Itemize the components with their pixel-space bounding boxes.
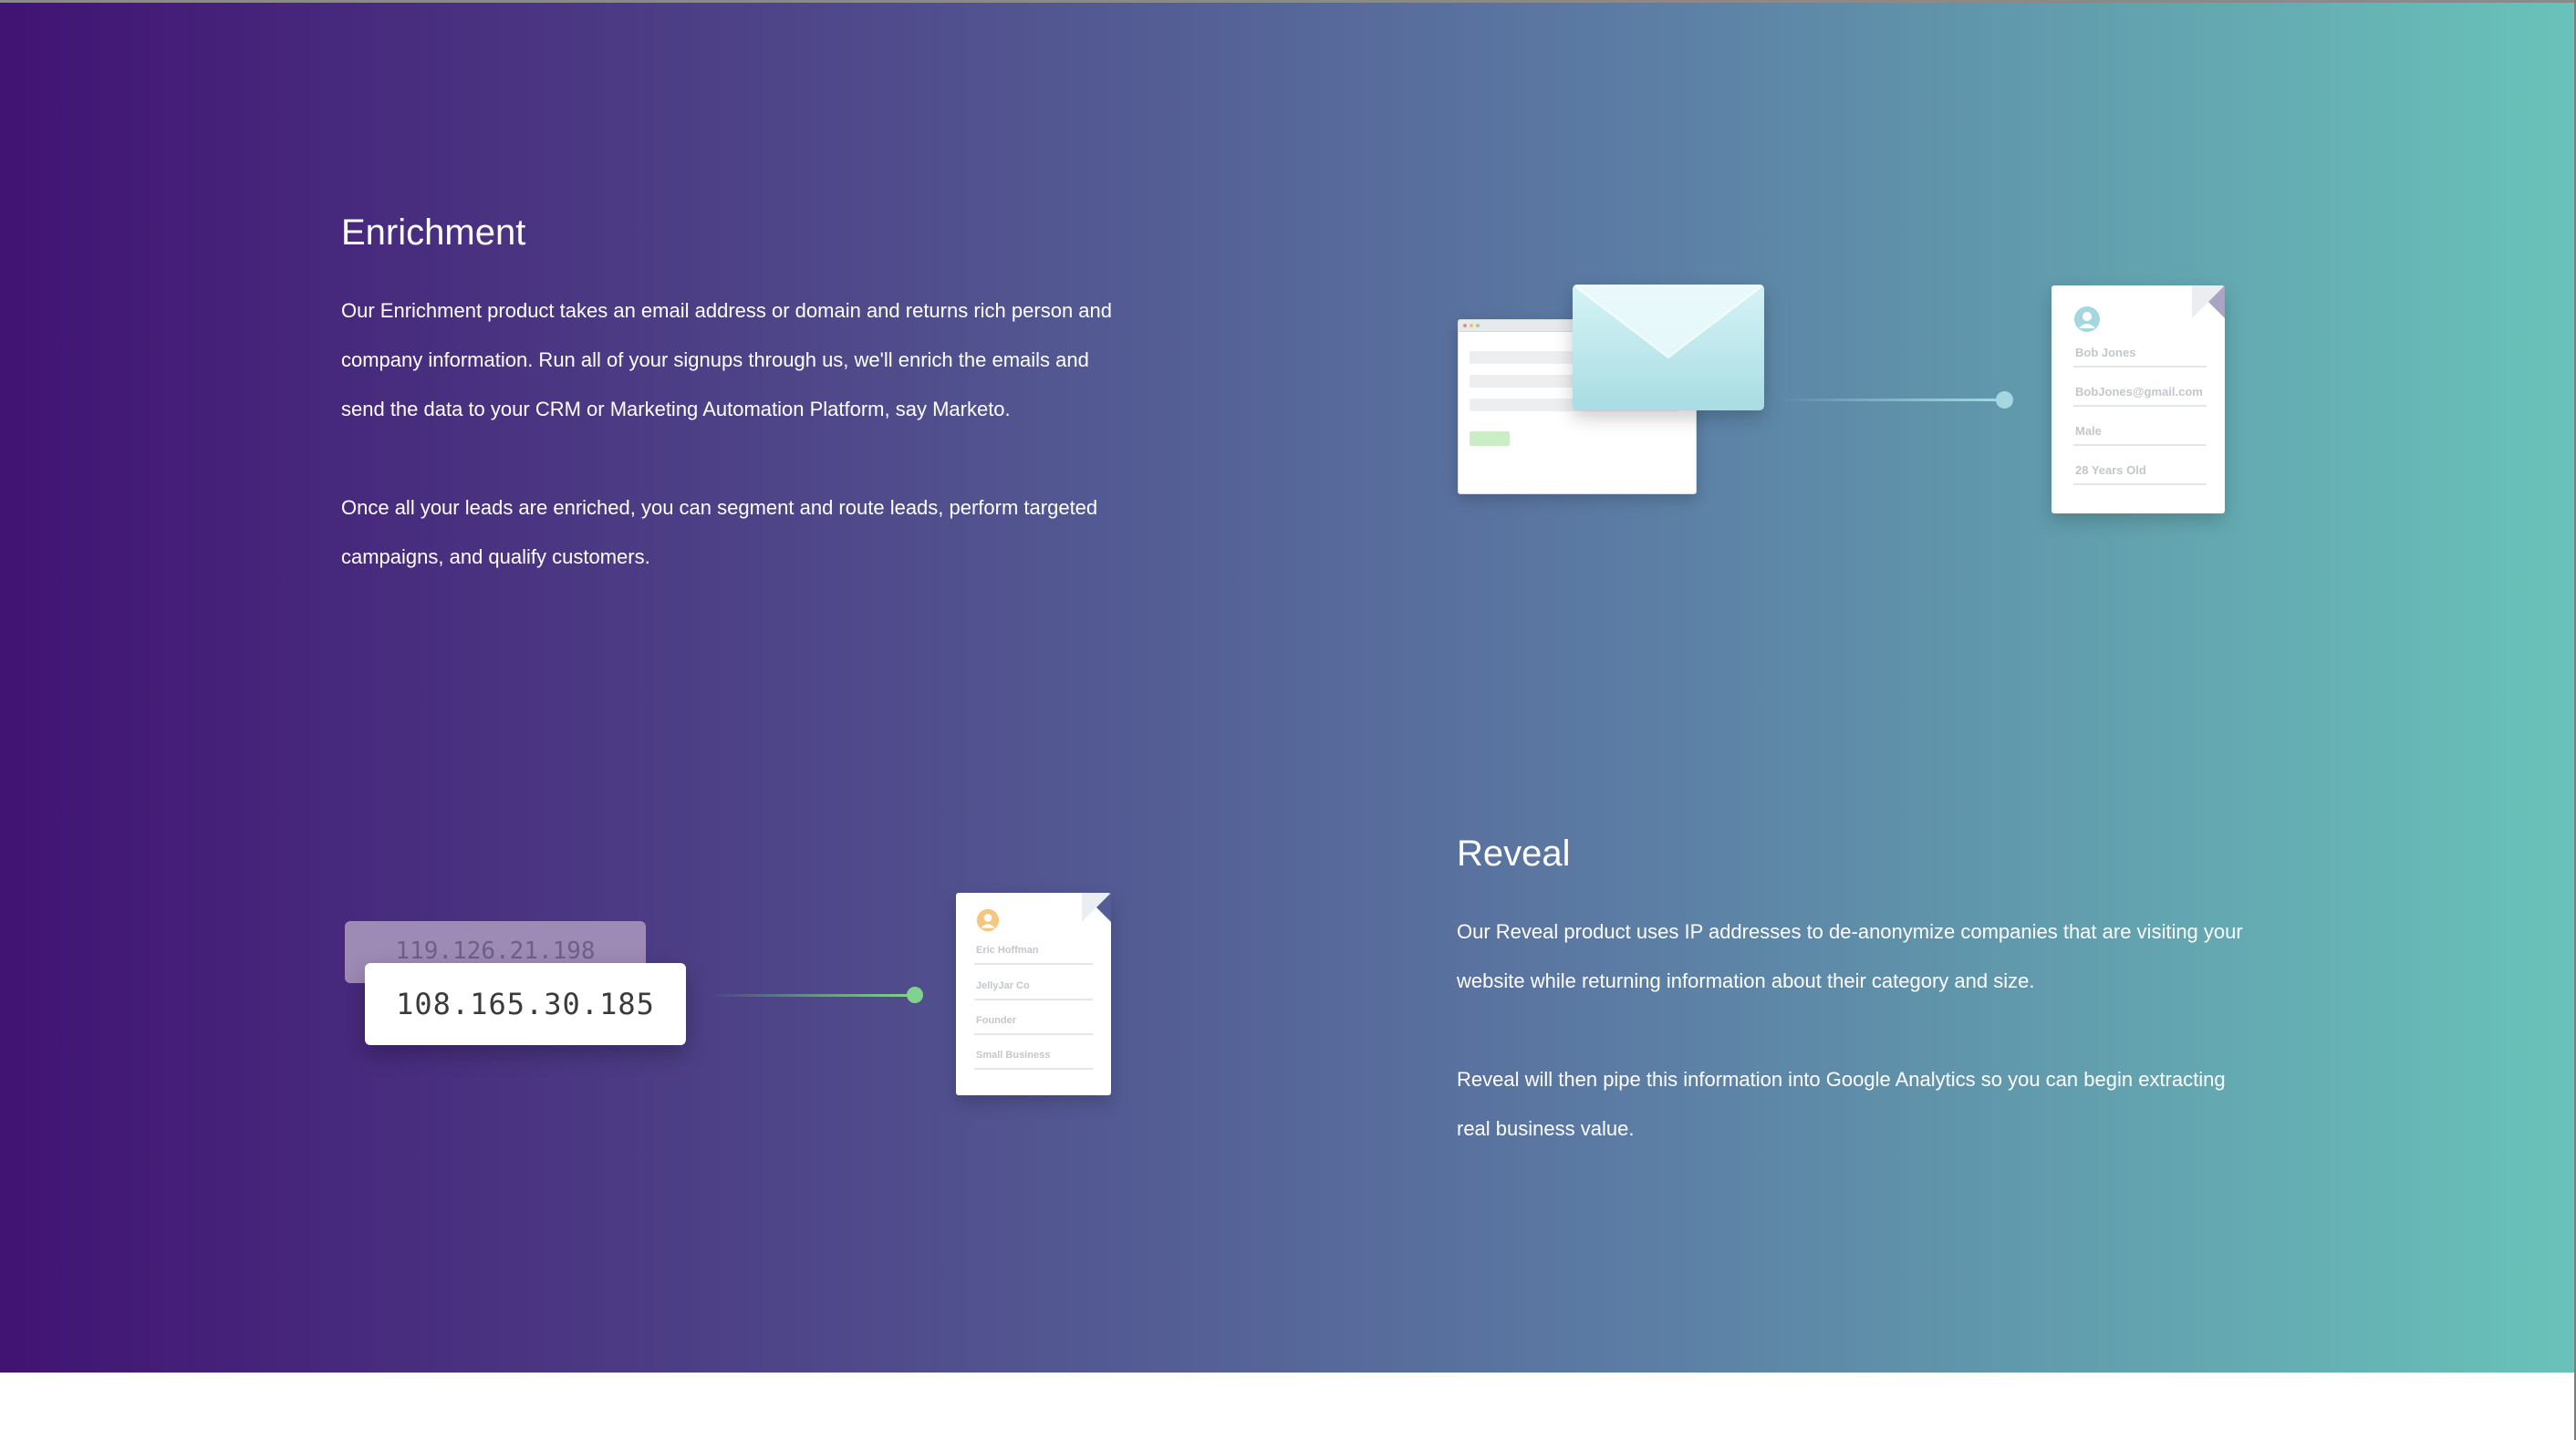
company-name: JellyJar Co (976, 980, 1030, 991)
company-category: Small Business (976, 1050, 1051, 1061)
profile-name: Bob Jones (2075, 346, 2136, 359)
reveal-title: Reveal (1457, 834, 1571, 874)
envelope-icon (1573, 285, 1764, 410)
reveal-paragraph-1: Our Reveal product uses IP addresses to … (1457, 920, 2243, 992)
enrichment-paragraph-2: Once all your leads are enriched, you ca… (341, 496, 1098, 568)
person-profile-card: Bob Jones BobJones@gmail.com Male 28 Yea… (2051, 285, 2225, 513)
enrichment-paragraph-1: Our Enrichment product takes an email ad… (341, 299, 1112, 420)
feature-section (0, 3, 2576, 1373)
current-ip-card: 108.165.30.185 (365, 963, 686, 1045)
company-role: Founder (976, 1015, 1016, 1026)
connector-dot (907, 987, 923, 1003)
profile-age: 28 Years Old (2075, 463, 2146, 477)
user-avatar-icon (976, 908, 1000, 932)
profile-gender: Male (2075, 424, 2102, 438)
enrichment-connector (1779, 399, 1998, 401)
user-avatar-icon (2074, 306, 2100, 332)
reveal-paragraph-2: Reveal will then pipe this information i… (1457, 1068, 2226, 1140)
enrichment-title: Enrichment (341, 212, 526, 253)
connector-dot (1996, 391, 2013, 409)
submit-button-graphic (1470, 431, 1510, 446)
company-contact-name: Eric Hoffman (976, 945, 1039, 956)
company-profile-card: Eric Hoffman JellyJar Co Founder Small B… (956, 893, 1111, 1095)
reveal-connector (708, 994, 909, 997)
profile-email: BobJones@gmail.com (2075, 385, 2203, 399)
